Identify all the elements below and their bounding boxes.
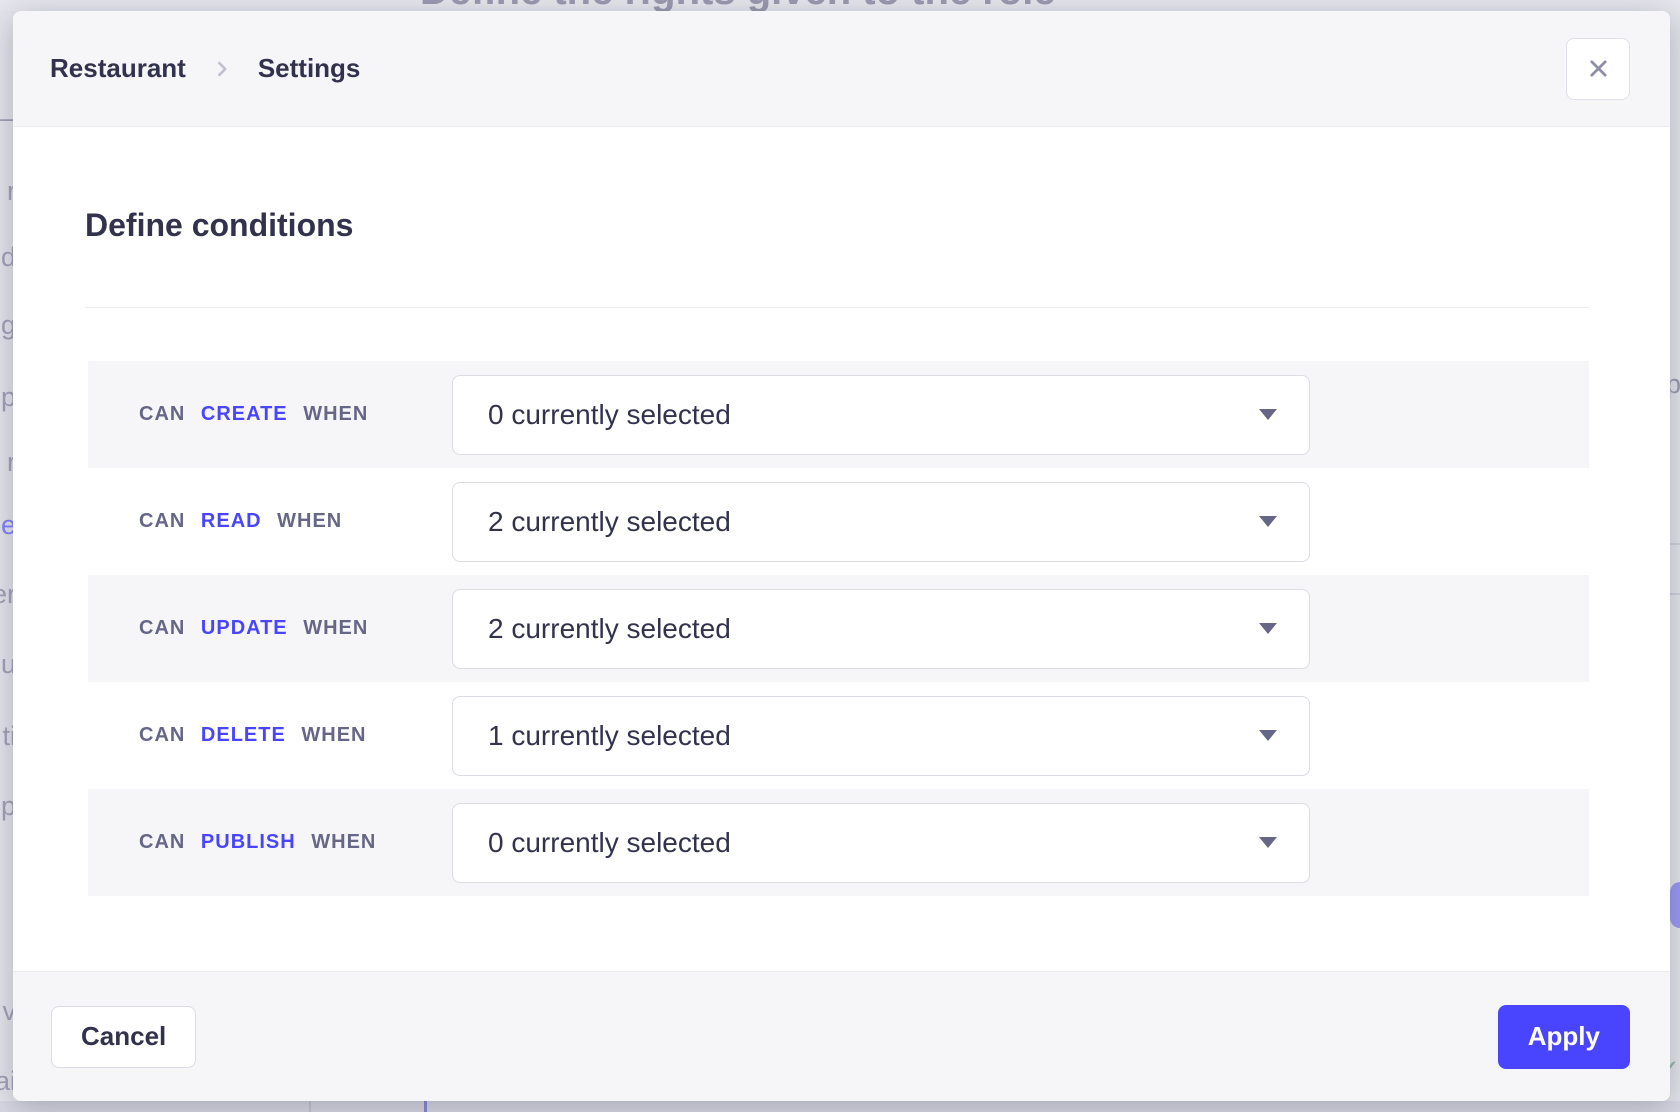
background-table-border-fragment — [309, 1101, 311, 1112]
can-publish-when-label: CAN PUBLISH WHEN — [88, 831, 452, 854]
label-action: CREATE — [201, 403, 288, 425]
condition-select-publish[interactable]: 0 currently selected — [452, 803, 1310, 883]
select-value: 2 currently selected — [488, 506, 731, 538]
permission-row-delete: CAN DELETE WHEN 1 currently selected — [88, 682, 1589, 789]
condition-select-create[interactable]: 0 currently selected — [452, 375, 1310, 455]
background-text-fragment: ai — [0, 1066, 13, 1097]
background-checkmark-fragment: ✓ — [1670, 1054, 1680, 1085]
label-suffix: WHEN — [301, 724, 366, 746]
permission-row-create: CAN CREATE WHEN 0 currently selected — [88, 361, 1589, 468]
modal-title: Define conditions — [13, 205, 1670, 245]
modal-overlay-backdrop: Define the rights given to the role — r … — [0, 0, 1680, 1112]
label-action: PUBLISH — [201, 831, 296, 853]
apply-button[interactable]: Apply — [1498, 1005, 1630, 1069]
breadcrumb: Restaurant Settings — [50, 53, 360, 84]
can-read-when-label: CAN READ WHEN — [88, 510, 452, 533]
select-value: 0 currently selected — [488, 399, 731, 431]
chevron-down-icon — [1259, 409, 1277, 420]
permission-row-update: CAN UPDATE WHEN 2 currently selected — [88, 575, 1589, 682]
can-update-when-label: CAN UPDATE WHEN — [88, 617, 452, 640]
modal-body: Define conditions CAN CREATE WHEN 0 curr… — [13, 127, 1670, 971]
chevron-down-icon — [1259, 837, 1277, 848]
label-suffix: WHEN — [303, 403, 368, 425]
background-text-fragment: p — [1, 791, 13, 822]
background-page-left-strip: — r d g p r e er u ti p v ai — [0, 11, 13, 1101]
modal-footer: Cancel Apply — [13, 971, 1670, 1101]
background-text-fragment: — — [0, 103, 13, 134]
breadcrumb-item-settings: Settings — [258, 53, 361, 84]
label-action: READ — [201, 510, 262, 532]
background-button-fragment — [1670, 882, 1680, 928]
background-divider-fragment — [1670, 543, 1680, 545]
cancel-button[interactable]: Cancel — [51, 1006, 196, 1068]
condition-select-delete[interactable]: 1 currently selected — [452, 696, 1310, 776]
background-divider-fragment — [1670, 593, 1680, 595]
can-delete-when-label: CAN DELETE WHEN — [88, 724, 452, 747]
label-prefix: CAN — [139, 510, 185, 532]
close-icon — [1585, 55, 1612, 82]
chevron-down-icon — [1259, 516, 1277, 527]
permission-row-read: CAN READ WHEN 2 currently selected — [88, 468, 1589, 575]
background-text-fragment: u — [1, 649, 13, 680]
label-suffix: WHEN — [311, 831, 376, 853]
chevron-down-icon — [1259, 730, 1277, 741]
label-prefix: CAN — [139, 403, 185, 425]
label-suffix: WHEN — [303, 617, 368, 639]
select-value: 1 currently selected — [488, 720, 731, 752]
breadcrumb-item-restaurant: Restaurant — [50, 53, 186, 84]
background-page-bottom-strip — [0, 1101, 1680, 1112]
background-text-fragment: v — [3, 996, 14, 1027]
title-divider — [85, 307, 1589, 308]
label-prefix: CAN — [139, 724, 185, 746]
label-prefix: CAN — [139, 831, 185, 853]
label-prefix: CAN — [139, 617, 185, 639]
label-suffix: WHEN — [277, 510, 342, 532]
background-page-top-strip: Define the rights given to the role — [0, 0, 1680, 11]
permission-row-publish: CAN PUBLISH WHEN 0 currently selected — [88, 789, 1589, 896]
can-create-when-label: CAN CREATE WHEN — [88, 403, 452, 426]
label-action: UPDATE — [201, 617, 288, 639]
define-conditions-modal: Restaurant Settings Define conditions — [13, 11, 1670, 1101]
background-page-heading-fragment: Define the rights given to the role — [420, 0, 1056, 11]
close-button[interactable] — [1566, 38, 1630, 100]
conditions-rows: CAN CREATE WHEN 0 currently selected CAN… — [88, 361, 1589, 896]
background-text-fragment: g — [1, 310, 13, 341]
background-text-fragment: er — [0, 579, 13, 610]
background-text-fragment: ti — [3, 721, 14, 752]
background-page-right-strip: p ✓ — [1670, 11, 1680, 1101]
background-text-fragment: p — [1670, 369, 1680, 400]
background-text-fragment: d — [1, 242, 13, 273]
label-action: DELETE — [201, 724, 286, 746]
chevron-down-icon — [1259, 623, 1277, 634]
background-link-fragment: e — [1, 510, 13, 541]
chevron-right-icon — [209, 56, 235, 82]
background-text-fragment: p — [1, 382, 13, 413]
condition-select-update[interactable]: 2 currently selected — [452, 589, 1310, 669]
condition-select-read[interactable]: 2 currently selected — [452, 482, 1310, 562]
background-table-border-fragment — [424, 1101, 427, 1112]
modal-header: Restaurant Settings — [13, 11, 1670, 127]
select-value: 2 currently selected — [488, 613, 731, 645]
select-value: 0 currently selected — [488, 827, 731, 859]
